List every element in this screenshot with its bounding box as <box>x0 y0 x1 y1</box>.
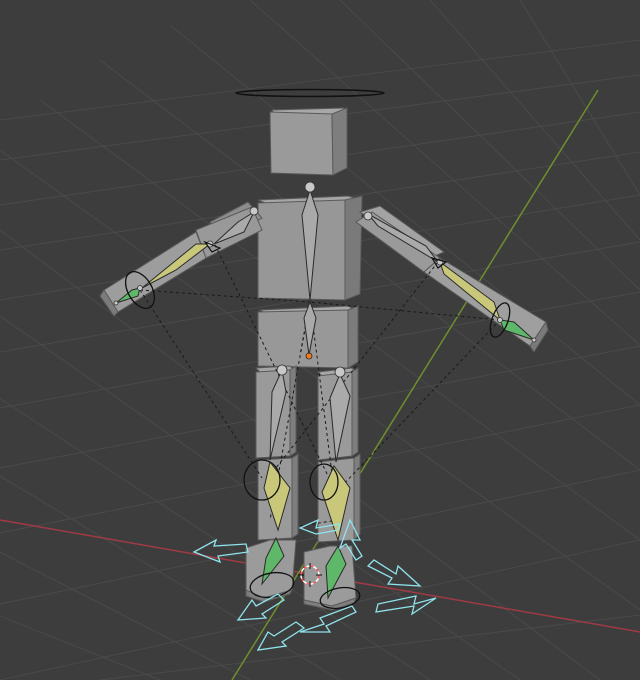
object-origin-icon <box>305 352 313 360</box>
3d-viewport[interactable] <box>0 0 640 680</box>
head-mesh[interactable] <box>269 107 348 176</box>
